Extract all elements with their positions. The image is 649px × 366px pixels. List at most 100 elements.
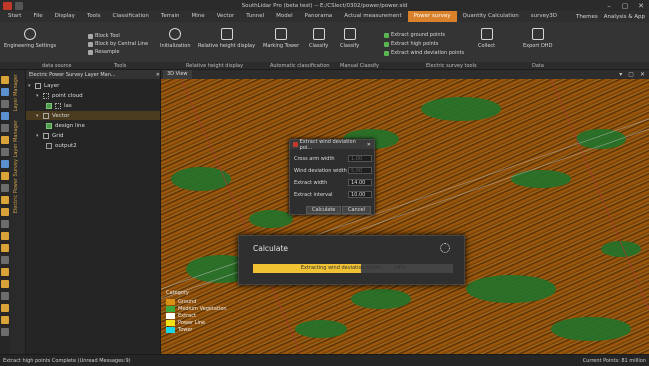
view-pin-icon[interactable]: ▾ — [619, 71, 622, 78]
extract-ground-points-button[interactable]: Extract ground points — [384, 32, 445, 38]
expand-arrow-icon[interactable]: ▾ — [28, 83, 34, 89]
block-by-central-line-button[interactable]: Block by Central Line — [88, 41, 148, 47]
maximize-icon[interactable]: ▢ — [620, 1, 630, 10]
quick-access-icon[interactable] — [15, 1, 23, 10]
las-checkbox[interactable] — [46, 102, 52, 109]
analysis-app-menu[interactable]: Analysis & App — [604, 14, 645, 20]
themes-menu[interactable]: Themes — [576, 14, 598, 20]
legend-item: Extract — [166, 312, 276, 319]
category-legend: Category Ground Medium Vegetation Extrac… — [166, 290, 276, 350]
wind-deviation-width-input[interactable]: 5.00 — [348, 167, 372, 174]
tab-file[interactable]: File — [27, 11, 48, 22]
point-cloud-icon — [43, 92, 49, 99]
output2-checkbox[interactable] — [46, 142, 52, 149]
tool-18-icon[interactable] — [1, 280, 9, 288]
tab-electric-power-layer-manager[interactable]: Electric Power Survey Layer Manager — [13, 120, 19, 213]
tool-13-icon[interactable] — [1, 220, 9, 228]
tool-9-icon[interactable] — [1, 172, 9, 180]
tab-panorama[interactable]: Panorama — [299, 11, 339, 22]
tree-item-output2[interactable]: output2 — [26, 141, 160, 150]
relative-height-display-button[interactable]: Relative height display — [198, 28, 255, 49]
tool-16-icon[interactable] — [1, 256, 9, 264]
marking-tower-button[interactable]: Marking Tower — [263, 28, 299, 49]
auto-classify-button[interactable]: Classify — [309, 28, 328, 49]
minimize-icon[interactable]: – — [604, 1, 614, 10]
tool-4-icon[interactable] — [1, 112, 9, 120]
tab-power-survey[interactable]: Power survey — [407, 11, 457, 22]
tower-icon — [275, 28, 288, 40]
tool-22-icon[interactable] — [1, 328, 9, 336]
tool-2-icon[interactable] — [1, 88, 9, 96]
tool-19-icon[interactable] — [1, 292, 9, 300]
tree-item-layer[interactable]: ▾ Layer — [26, 81, 160, 90]
manual-classify-button[interactable]: Classify — [340, 28, 359, 49]
expand-arrow-icon[interactable]: ▾ — [36, 133, 42, 139]
tool-17-icon[interactable] — [1, 268, 9, 276]
expand-arrow-icon[interactable]: ▾ — [36, 93, 42, 99]
expand-arrow-icon[interactable]: ▾ — [36, 113, 42, 119]
cancel-button[interactable]: Cancel — [342, 206, 371, 214]
tab-tools[interactable]: Tools — [81, 11, 107, 22]
legend-item: Tower — [166, 326, 276, 333]
tab-survey3d[interactable]: survey3D — [525, 11, 563, 22]
tree-item-design-line[interactable]: design line — [26, 121, 160, 130]
tool-10-icon[interactable] — [1, 184, 9, 192]
tree-item-grid[interactable]: ▾ Grid — [26, 131, 160, 140]
tab-model[interactable]: Model — [270, 11, 299, 22]
tool-1-icon[interactable] — [1, 76, 9, 84]
extract-wind-deviation-button[interactable]: Extract wind deviation points — [384, 50, 464, 56]
engineering-settings-button[interactable]: Engineering Settings — [4, 28, 56, 49]
tab-tunnel[interactable]: Tunnel — [240, 11, 270, 22]
manual-classify-icon — [343, 28, 356, 40]
cross-arm-width-input[interactable]: 1.00 — [348, 155, 372, 162]
extract-width-input[interactable]: 14.00 — [348, 179, 372, 186]
export-dhd-button[interactable]: Export DHD — [523, 28, 552, 49]
view-close-icon[interactable]: ✕ — [640, 71, 645, 78]
tool-14-icon[interactable] — [1, 232, 9, 240]
tab-classification[interactable]: Classification — [107, 11, 155, 22]
collect-icon — [480, 28, 493, 40]
tree-item-vector[interactable]: ▾ Vector — [26, 111, 160, 120]
tab-display[interactable]: Display — [49, 11, 81, 22]
collect-button[interactable]: Collect — [478, 28, 495, 49]
block-tool-button[interactable]: Block Tool — [88, 33, 120, 39]
design-line-checkbox[interactable] — [46, 122, 52, 129]
status-bar: Extract high points Complete (Unread Mes… — [0, 354, 649, 366]
extract-interval-input[interactable]: 10.00 — [348, 191, 372, 198]
tool-20-icon[interactable] — [1, 304, 9, 312]
tab-start[interactable]: Start — [2, 11, 27, 22]
tab-mine[interactable]: Mine — [186, 11, 211, 22]
dialog-close-icon[interactable]: ✕ — [367, 142, 371, 148]
tool-8-icon[interactable] — [1, 160, 9, 168]
tool-7-icon[interactable] — [1, 148, 9, 156]
tool-6-icon[interactable] — [1, 136, 9, 144]
tab-vector[interactable]: Vector — [211, 11, 241, 22]
resample-button[interactable]: Resample — [88, 49, 120, 55]
tool-5-icon[interactable] — [1, 124, 9, 132]
tree-item-point-cloud[interactable]: ▾ point cloud — [26, 91, 160, 100]
tool-15-icon[interactable] — [1, 244, 9, 252]
tab-terrain[interactable]: Terrain — [155, 11, 186, 22]
grid-icon — [43, 132, 49, 139]
tab-quantity-calculation[interactable]: Quantity Calculation — [457, 11, 525, 22]
tool-21-icon[interactable] — [1, 316, 9, 324]
tab-actual-measurement[interactable]: Actual measurement — [338, 11, 407, 22]
wind-deviation-width-row: Wind deviation width 5.00 — [294, 166, 372, 175]
view-restore-icon[interactable]: ▢ — [628, 71, 634, 78]
cross-arm-width-row: Cross arm width 1.00 — [294, 154, 372, 163]
tool-11-icon[interactable] — [1, 196, 9, 204]
group-auto-classification: Automatic classification — [270, 63, 330, 69]
panel-close-icon[interactable]: ✕ — [156, 72, 160, 78]
tool-3-icon[interactable] — [1, 100, 9, 108]
tool-12-icon[interactable] — [1, 208, 9, 216]
tab-layer-manager[interactable]: Layer Manager — [13, 74, 19, 111]
tab-3d-view[interactable]: 3D View — [163, 70, 192, 79]
initialization-button[interactable]: Initialization — [160, 28, 191, 49]
extract-interval-row: Extract interval 10.00 — [294, 190, 372, 199]
extract-high-points-button[interactable]: Extract high points — [384, 41, 438, 47]
calculate-button[interactable]: Calculate — [306, 206, 342, 214]
legend-item: Medium Vegetation — [166, 305, 276, 312]
close-icon[interactable]: ✕ — [636, 1, 646, 10]
left-toolbar — [0, 70, 10, 354]
tree-item-las[interactable]: las — [26, 101, 160, 110]
